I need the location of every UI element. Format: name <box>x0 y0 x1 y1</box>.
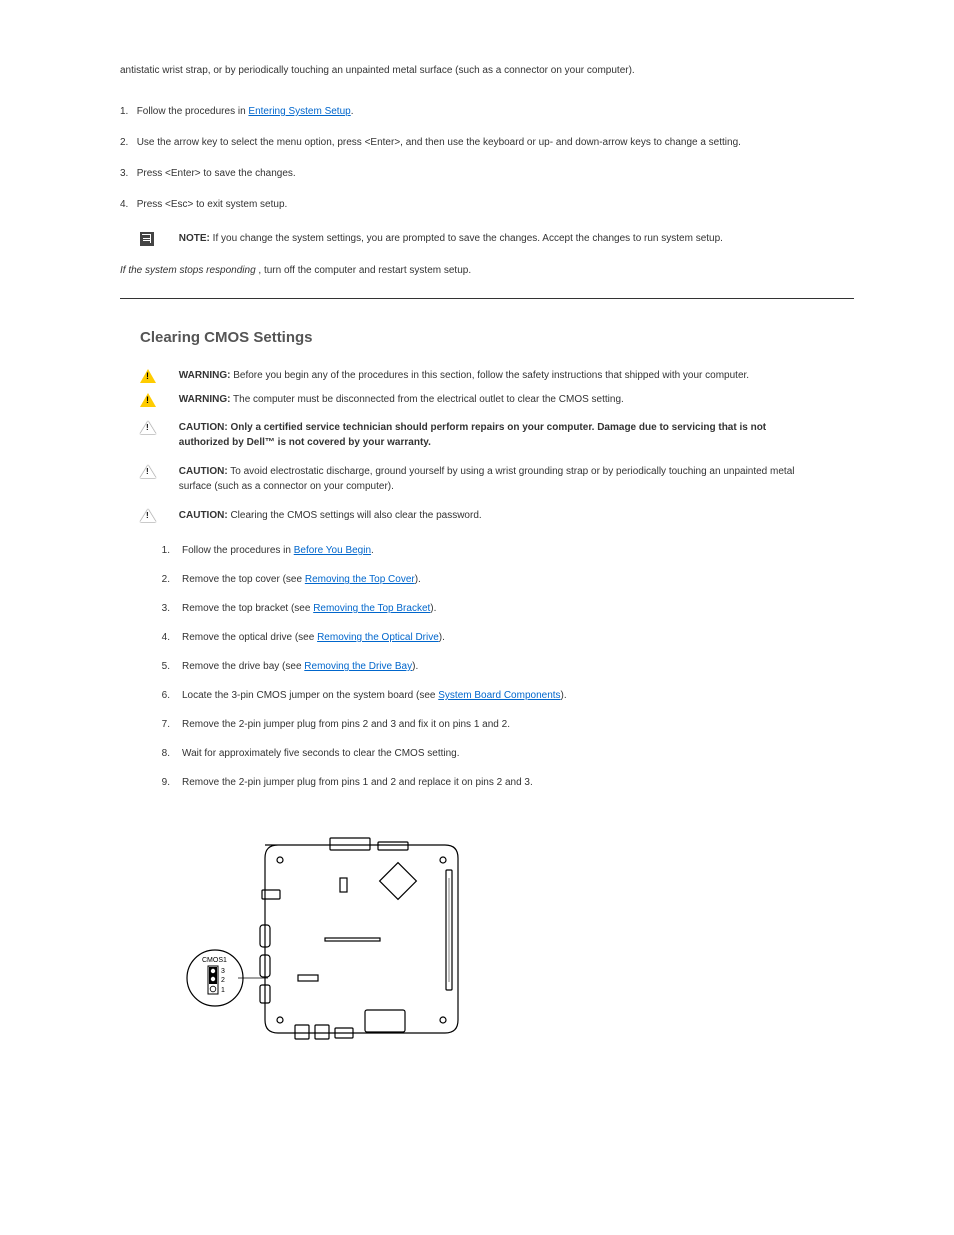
step-text: Press <Enter> to save the changes. <box>137 168 296 179</box>
step-text: Use the arrow key to select the menu opt… <box>137 137 741 148</box>
pin-3: 3 <box>221 968 225 975</box>
step-7: 7.Remove the 2-pin jumper plug from pins… <box>150 717 854 732</box>
step-enter-4: 4. Press <Esc> to exit system setup. <box>120 197 854 212</box>
caution-text: CAUTION: Only a certified service techni… <box>179 422 766 448</box>
warning-row-1: WARNING: Before you begin any of the pro… <box>140 368 854 386</box>
board-svg: CMOS1 3 2 1 <box>180 830 470 1045</box>
caution-icon <box>140 465 156 478</box>
step-enter-1: 1. Follow the procedures in Entering Sys… <box>120 104 854 119</box>
link-before-you-begin[interactable]: Before You Begin <box>294 545 371 556</box>
link-system-board-components[interactable]: System Board Components <box>438 690 560 701</box>
system-board-diagram: CMOS1 3 2 1 <box>180 830 854 1048</box>
step-1: 1.Follow the procedures in Before You Be… <box>150 543 854 558</box>
warning-text: The computer must be disconnected from t… <box>230 394 623 405</box>
step-number: 2. <box>120 137 128 148</box>
step-number: 4. <box>120 199 128 210</box>
step-5: 5.Remove the drive bay (see Removing the… <box>150 659 854 674</box>
link-removing-optical-drive[interactable]: Removing the Optical Drive <box>317 632 439 643</box>
caution-label: CAUTION: <box>179 510 228 521</box>
step-8: 8.Wait for approximately five seconds to… <box>150 746 854 761</box>
step-6: 6.Locate the 3-pin CMOS jumper on the sy… <box>150 688 854 703</box>
cmos-sub-line: If the system stops responding , turn of… <box>120 263 854 278</box>
heading-clearing-cmos: Clearing CMOS Settings <box>140 329 854 346</box>
step-enter-2: 2. Use the arrow key to select the menu … <box>120 135 854 150</box>
warning-label: WARNING: <box>179 370 231 381</box>
caution-row-1: CAUTION: Only a certified service techni… <box>140 420 854 450</box>
warning-icon <box>140 393 156 407</box>
step-text-a: Follow the procedures in <box>137 106 249 117</box>
warning-text: Before you begin any of the procedures i… <box>230 370 749 381</box>
caution-icon <box>140 509 156 522</box>
link-removing-top-cover[interactable]: Removing the Top Cover <box>305 574 415 585</box>
caution-text: To avoid electrostatic discharge, ground… <box>179 466 795 492</box>
pin-2: 2 <box>221 977 225 984</box>
pin-1: 1 <box>221 987 225 994</box>
warning-icon <box>140 369 156 383</box>
step-enter-3: 3. Press <Enter> to save the changes. <box>120 166 854 181</box>
link-removing-drive-bay[interactable]: Removing the Drive Bay <box>304 661 412 672</box>
caution-text: Clearing the CMOS settings will also cle… <box>228 510 482 521</box>
step-3: 3.Remove the top bracket (see Removing t… <box>150 601 854 616</box>
step-text-b: . <box>351 106 354 117</box>
caution-icon <box>140 421 156 434</box>
step-number: 3. <box>120 168 128 179</box>
step-4: 4.Remove the optical drive (see Removing… <box>150 630 854 645</box>
warning-label: WARNING: <box>179 394 231 405</box>
step-number: 1. <box>120 106 128 117</box>
caution-row-3: CAUTION: Clearing the CMOS settings will… <box>140 508 854 525</box>
note-row: NOTE: If you change the system settings,… <box>140 231 854 246</box>
note-label: NOTE: <box>179 233 210 244</box>
warning-row-2: WARNING: The computer must be disconnect… <box>140 392 854 410</box>
note-text: If you change the system settings, you a… <box>210 233 723 244</box>
note-icon <box>140 232 154 246</box>
antistatic-text: antistatic wrist strap, or by periodical… <box>120 63 854 78</box>
section-divider <box>120 298 854 299</box>
step-text: Press <Esc> to exit system setup. <box>137 199 288 210</box>
step-9: 9.Remove the 2-pin jumper plug from pins… <box>150 775 854 790</box>
step-2: 2.Remove the top cover (see Removing the… <box>150 572 854 587</box>
link-entering-system-setup[interactable]: Entering System Setup <box>248 106 350 117</box>
link-removing-top-bracket[interactable]: Removing the Top Bracket <box>313 603 430 614</box>
caution-label: CAUTION: <box>179 466 228 477</box>
jumper-label: CMOS1 <box>202 957 227 964</box>
caution-row-2: CAUTION: To avoid electrostatic discharg… <box>140 464 854 494</box>
